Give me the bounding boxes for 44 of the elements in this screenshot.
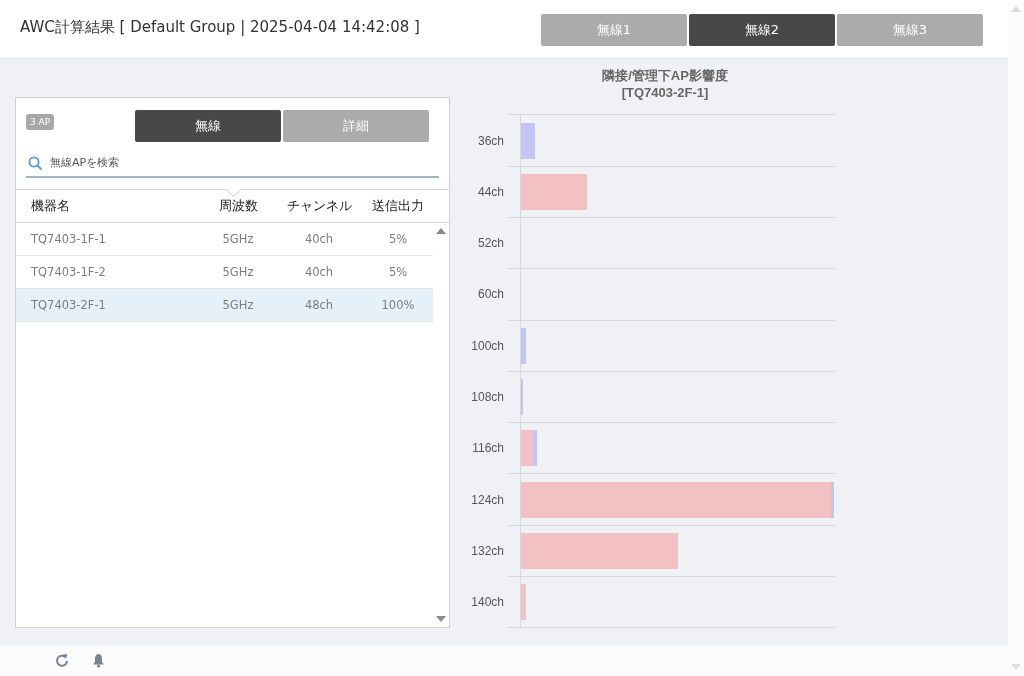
axis-label: 36ch: [476, 133, 505, 148]
chart-bar: [521, 122, 535, 159]
bell-icon[interactable]: [92, 653, 105, 669]
chart-title: [TQ7403-2F-1]: [620, 84, 710, 102]
scroll-down-icon[interactable]: [436, 616, 446, 623]
scroll-up-icon[interactable]: [436, 228, 446, 235]
column-header[interactable]: 周波数: [201, 197, 275, 216]
search-icon: [28, 156, 43, 172]
table-cell-text: 5GHz: [221, 298, 255, 313]
column-header[interactable]: 機器名: [16, 197, 201, 216]
column-header[interactable]: 送信出力: [363, 197, 433, 216]
table-row[interactable]: TQ7403-2F-1 5GHz 48ch 100%: [16, 289, 433, 323]
axis-label: 132ch: [470, 543, 505, 558]
axis-label: 124ch: [470, 492, 505, 507]
chart-bar: [521, 173, 587, 210]
column-header[interactable]: チャンネル: [275, 197, 363, 216]
axis-label: 108ch: [470, 390, 505, 404]
ap-count-badge: 3 AP: [26, 114, 55, 131]
table-cell-text: TQ7403-1F-2: [30, 265, 107, 280]
axis-label: 140ch: [470, 595, 505, 610]
table-cell-text: 40ch: [303, 232, 335, 247]
table-cell-text: 5GHz: [221, 265, 255, 280]
radio-tab[interactable]: 無線2: [689, 14, 835, 47]
chart-bar: [521, 327, 526, 364]
panel-tab[interactable]: 無線: [135, 110, 281, 143]
table-cell-text: 5GHz: [221, 232, 255, 247]
axis-label: 116ch: [471, 441, 505, 456]
table-cell-text: TQ7403-2F-1: [30, 298, 107, 313]
table-cell-text: 40ch: [303, 265, 335, 280]
table-cell-text: 48ch: [303, 298, 335, 313]
table-cell-text: 5%: [387, 265, 409, 280]
chart-bar: [521, 584, 526, 621]
refresh-icon[interactable]: [55, 653, 69, 669]
table-cell-text: TQ7403-1F-1: [30, 232, 107, 247]
chart-title: 隣接/管理下AP影響度: [601, 67, 729, 85]
table-cell-text: 100%: [380, 298, 416, 313]
axis-label: 100ch: [470, 338, 505, 353]
table-cell-text: 5%: [387, 232, 409, 247]
axis-label: 52ch: [476, 236, 505, 251]
page-title: AWC計算結果 [ Default Group | 2025-04-04 14:42:08 ]: [19, 17, 420, 37]
axis-label: 44ch: [476, 184, 505, 199]
search-field[interactable]: 無線APを検索: [26, 148, 439, 179]
table-row[interactable]: TQ7403-1F-1 5GHz 40ch 5%: [16, 223, 433, 257]
axis-label: 60ch: [476, 287, 505, 302]
